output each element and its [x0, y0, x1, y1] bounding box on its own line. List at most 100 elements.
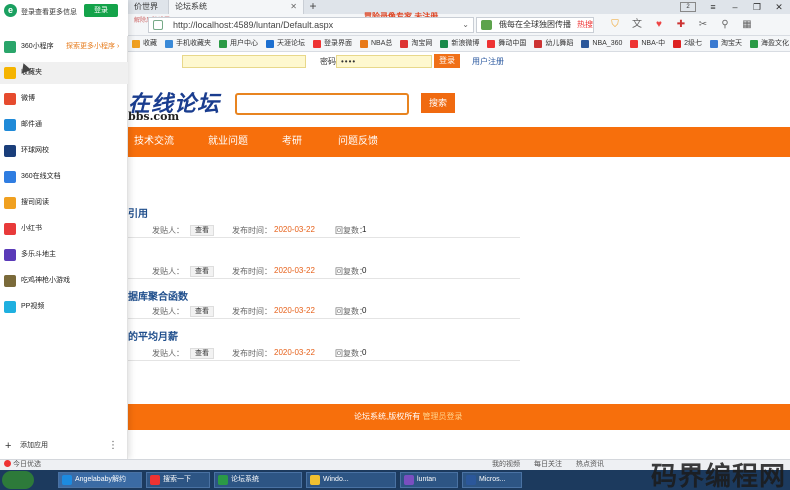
bookmark-label: 舞动中国	[498, 39, 527, 47]
bookmark-item[interactable]: 海盈文化	[746, 36, 790, 51]
cards-icon	[4, 249, 16, 261]
bookmark-label: 用户中心	[230, 39, 258, 47]
bookmark-icon	[219, 39, 227, 48]
bookmark-item[interactable]: 新浪微博	[436, 36, 483, 51]
hot-search-label[interactable]: 热搜	[577, 20, 593, 29]
status-hot-news[interactable]: 热点资讯	[576, 460, 604, 470]
taskbar-item[interactable]: Angelababy解约	[58, 472, 142, 488]
taskbar-item[interactable]: 论坛系统	[214, 472, 302, 488]
copyright-text: 论坛系统,版权所有	[354, 412, 421, 421]
nav-tech[interactable]: 技术交流	[134, 127, 174, 157]
status-my-videos[interactable]: 我的视频	[492, 460, 520, 470]
bookmark-item[interactable]: 登录界面	[309, 36, 356, 51]
panel-item[interactable]: 搜司阅读	[0, 192, 128, 214]
login-button[interactable]: 登录	[434, 54, 460, 68]
minimize-icon[interactable]: –	[724, 0, 746, 14]
bookmark-item[interactable]: 手机收藏夹	[161, 36, 215, 51]
tab-world[interactable]: 价世界	[128, 0, 168, 14]
daily-picks[interactable]: 今日优选	[4, 460, 41, 470]
password-input[interactable]: ••••	[336, 55, 432, 68]
nav-kaoyan[interactable]: 考研	[282, 127, 302, 157]
nav-feedback[interactable]: 问题反馈	[338, 127, 378, 157]
user-icon[interactable]: 2	[680, 2, 696, 12]
close-window-icon[interactable]: ✕	[768, 0, 790, 14]
explore-more-link[interactable]: 探索更多小程序 ›	[66, 36, 119, 58]
bookmark-item[interactable]: NBA_360	[577, 36, 626, 51]
translate-icon[interactable]: 文	[630, 18, 644, 31]
bookmark-item[interactable]: NBA-中	[626, 36, 669, 51]
status-daily-follow[interactable]: 每日关注	[534, 460, 562, 470]
panel-item[interactable]: 邮件通	[0, 114, 128, 136]
bookmark-item[interactable]: 用户中心	[215, 36, 262, 51]
post-title[interactable]: 引用	[128, 205, 148, 220]
new-tab-button[interactable]: +	[306, 0, 320, 14]
panel-item[interactable]: 微博	[0, 88, 128, 110]
taskbar-label: luntan	[417, 476, 437, 483]
panel-item[interactable]: 360小程序 探索更多小程序 ›	[0, 36, 128, 58]
nav-jobs[interactable]: 就业问题	[208, 127, 248, 157]
view-button[interactable]: 查看	[190, 266, 214, 277]
bookmark-icon	[360, 39, 368, 48]
cut-icon[interactable]: ✂	[696, 18, 710, 31]
bookmark-label: 海盈文化	[761, 39, 790, 47]
heart-icon[interactable]: ♥	[652, 18, 666, 31]
site-logo[interactable]: 在线论坛 bbs.com	[128, 86, 220, 123]
search-icon[interactable]: ⚲	[718, 18, 732, 31]
address-bar[interactable]: http://localhost:4589/luntan/Default.asp…	[148, 17, 474, 33]
panel-item[interactable]: 吃鸡神枪小游戏	[0, 270, 128, 292]
taskbar-label: 论坛系统	[231, 476, 259, 483]
panel-item[interactable]: 环球网校	[0, 140, 128, 162]
author-label: 发贴人：	[152, 307, 184, 316]
bookmark-icon	[313, 39, 321, 48]
doc-icon	[4, 171, 16, 183]
account-input[interactable]	[182, 55, 306, 68]
site-search-input[interactable]	[235, 93, 409, 115]
register-link[interactable]: 用户注册	[472, 55, 504, 68]
taskbar-item[interactable]: Windo...	[306, 472, 396, 488]
shield-icon[interactable]: ⛉	[608, 18, 622, 31]
taskbar-item[interactable]: luntan	[400, 472, 458, 488]
taskbar-item[interactable]: Micros...	[462, 472, 522, 488]
menu-icon[interactable]: ≡	[702, 0, 724, 14]
page-icon	[153, 20, 163, 30]
start-button[interactable]	[2, 471, 34, 489]
bookmark-item[interactable]: 淘宝天	[706, 36, 746, 51]
bookmark-icon	[165, 39, 173, 48]
panel-item[interactable]: 多乐斗地主	[0, 244, 128, 266]
add-app-row[interactable]: + 添加应用 ⋮	[0, 436, 128, 456]
view-button[interactable]: 查看	[190, 348, 214, 359]
bookmark-icon	[440, 39, 449, 48]
add-app-label: 添加应用	[20, 442, 48, 449]
bookmark-item[interactable]: 收藏	[128, 36, 161, 51]
taskbar-item[interactable]: 搜索一下	[146, 472, 210, 488]
panel-item[interactable]: PP视频	[0, 296, 128, 318]
panel-item-label: 微博	[21, 95, 35, 102]
logo-domain: bbs.com	[128, 110, 180, 123]
bookmark-item[interactable]: 淘宝网	[396, 36, 436, 51]
time-label: 发布时间：	[232, 307, 272, 316]
chevron-down-icon[interactable]: ⌄	[462, 18, 469, 32]
bookmark-item[interactable]: 天涯论坛	[262, 36, 309, 51]
tab-forum[interactable]: 论坛系统 ✕	[168, 0, 304, 14]
panel-item[interactable]: 小红书	[0, 218, 128, 240]
panel-login-button[interactable]: 登录	[84, 4, 118, 17]
bookmark-item[interactable]: NBA总	[356, 36, 396, 51]
bookmark-item[interactable]: 舞动中国	[483, 36, 530, 51]
view-button[interactable]: 查看	[190, 306, 214, 317]
site-search-button[interactable]: 搜索	[421, 93, 455, 113]
admin-login-link[interactable]: 管理员登录	[422, 412, 462, 421]
browser-search[interactable]: 俄每在全球独困传播 热搜	[476, 17, 594, 33]
post-title[interactable]: 据库聚合函数	[128, 288, 188, 303]
bookmark-item[interactable]: 2级七	[669, 36, 706, 51]
apps-grid-icon[interactable]: ▦	[740, 18, 754, 31]
time-label: 发布时间：	[232, 226, 272, 235]
panel-item[interactable]: 360在线文档	[0, 166, 128, 188]
time-label: 发布时间：	[232, 349, 272, 358]
restore-icon[interactable]: ❐	[746, 0, 768, 14]
close-tab-icon[interactable]: ✕	[290, 0, 297, 14]
more-icon[interactable]: ⋮	[108, 436, 118, 456]
post-title[interactable]: 的平均月薪	[128, 328, 178, 343]
gamepad-icon[interactable]: ✚	[674, 18, 688, 31]
view-button[interactable]: 查看	[190, 225, 214, 236]
bookmark-item[interactable]: 幼儿舞蹈	[530, 36, 577, 51]
